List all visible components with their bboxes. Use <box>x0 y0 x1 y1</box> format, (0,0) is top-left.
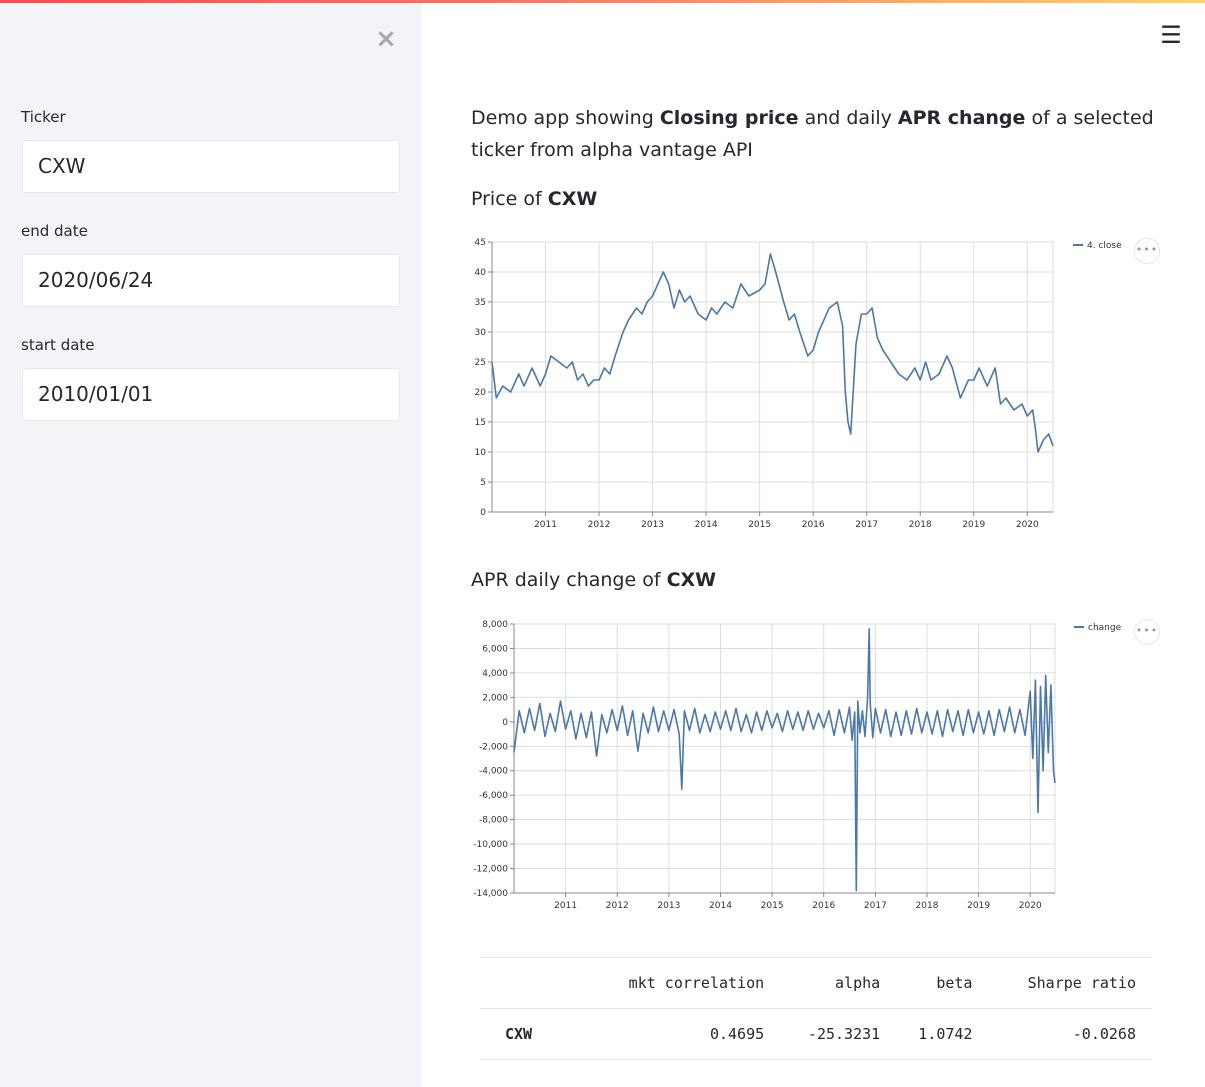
plot-frame <box>513 623 1056 894</box>
x-tick-label: 2015 <box>748 520 771 530</box>
y-tick-label: 25 <box>475 358 486 368</box>
x-tick-label: 2011 <box>554 901 577 911</box>
change-section-title: APR daily change of CXW <box>471 569 716 591</box>
close-sidebar-icon[interactable]: × <box>372 25 400 53</box>
y-tick-label: 5 <box>480 478 486 488</box>
intro-part-2: and daily <box>798 107 898 129</box>
stats-table: mkt correlation alpha beta Sharpe ratio … <box>480 957 1152 1060</box>
sidebar: × Ticker CXW end date 2020/06/24 start d… <box>0 3 421 1087</box>
intro-bold-closing-price: Closing price <box>659 107 799 129</box>
stats-header-row: mkt correlation alpha beta Sharpe ratio <box>480 957 1152 1009</box>
chart-legend: 4. close <box>1073 241 1122 251</box>
intro-text: Demo app showing Closing price and daily… <box>471 102 1161 166</box>
y-tick-label: 40 <box>475 268 487 278</box>
stats-header-alpha: alpha <box>780 957 897 1009</box>
y-tick-label: 10 <box>475 448 487 458</box>
y-tick-label: -8,000 <box>479 816 508 826</box>
x-tick-label: 2018 <box>909 520 932 530</box>
x-tick-label: 2018 <box>916 901 939 911</box>
x-tick-label: 2014 <box>709 901 732 911</box>
x-tick-label: 2013 <box>657 901 680 911</box>
y-tick-label: 35 <box>475 298 486 308</box>
price-title-prefix: Price of <box>471 188 548 210</box>
x-tick-label: 2019 <box>962 520 985 530</box>
stats-cell-alpha: -25.3231 <box>780 1008 897 1060</box>
y-tick-label: 15 <box>475 418 486 428</box>
y-tick-label: 4,000 <box>482 669 508 679</box>
change-title-prefix: APR daily change of <box>471 569 667 591</box>
y-tick-label: -4,000 <box>479 767 508 777</box>
x-tick-label: 2015 <box>761 901 784 911</box>
x-tick-label: 2012 <box>588 520 611 530</box>
x-tick-label: 2019 <box>967 901 990 911</box>
x-tick-label: 2016 <box>802 520 825 530</box>
x-tick-label: 2020 <box>1019 901 1042 911</box>
y-tick-label: -12,000 <box>473 865 508 875</box>
y-tick-label: 45 <box>475 238 486 248</box>
x-tick-label: 2020 <box>1016 520 1039 530</box>
start-date-label: start date <box>21 336 95 354</box>
stats-cell-ticker: CXW <box>480 1008 581 1060</box>
x-axis: 2011 2012 2013 2014 2015 2016 2017 2018 2019 2020 <box>534 512 1039 530</box>
change-title-ticker: CXW <box>666 569 717 591</box>
x-tick-label: 2017 <box>864 901 887 911</box>
x-tick-label: 2017 <box>855 520 878 530</box>
stats-header-beta: beta <box>896 957 989 1009</box>
hamburger-menu-icon[interactable]: ☰ <box>1158 22 1184 48</box>
stats-cell-mkt-correlation: 0.4695 <box>581 1008 781 1060</box>
x-tick-label: 2014 <box>695 520 718 530</box>
y-tick-label: 8,000 <box>482 620 508 630</box>
legend-label: 4. close <box>1087 241 1122 251</box>
series-line <box>513 628 1056 892</box>
change-chart-more-icon[interactable]: ••• <box>1134 619 1160 645</box>
y-tick-label: 6,000 <box>482 644 508 654</box>
y-axis: -14,000 -12,000 -10,000 -8,000 -6,000 -4,000 -… <box>473 620 514 899</box>
start-date-input[interactable]: 2010/01/01 <box>22 368 400 421</box>
y-tick-label: -2,000 <box>479 742 508 752</box>
price-chart[interactable]: 0510152025303540452011 2012 2013 2014 2015 20… <box>440 230 1160 540</box>
chart-legend: change <box>1074 623 1122 633</box>
stats-cell-sharpe: -0.0268 <box>988 1008 1152 1060</box>
stats-header-sharpe: Sharpe ratio <box>988 957 1152 1009</box>
x-tick-label: 2012 <box>606 901 629 911</box>
table-row: CXW 0.4695 -25.3231 1.0742 -0.0268 <box>480 1008 1152 1060</box>
ticker-input[interactable]: CXW <box>22 140 400 193</box>
intro-part-1: Demo app showing <box>471 107 660 129</box>
y-tick-label: 0 <box>480 508 486 518</box>
end-date-label: end date <box>21 222 88 240</box>
y-tick-label: -14,000 <box>473 889 508 899</box>
price-title-ticker: CXW <box>547 188 598 210</box>
x-tick-label: 2016 <box>812 901 835 911</box>
x-axis: 2011 2012 2013 2014 2015 2016 2017 2018 2019 2020 <box>554 893 1042 911</box>
y-tick-label: 30 <box>475 328 487 338</box>
y-tick-label: -6,000 <box>479 791 508 801</box>
y-tick-label: 2,000 <box>482 693 508 703</box>
price-section-title: Price of CXW <box>471 188 597 210</box>
y-axis: 0 5 10 15 20 25 30 35 40 45 <box>475 238 492 518</box>
end-date-input[interactable]: 2020/06/24 <box>22 254 400 307</box>
y-tick-label: -10,000 <box>473 840 508 850</box>
price-chart-more-icon[interactable]: ••• <box>1134 238 1160 264</box>
legend-label: change <box>1088 623 1122 633</box>
x-tick-label: 2013 <box>641 520 664 530</box>
change-chart[interactable]: -14,000 -12,000 -10,000 -8,000 -6,000 -4,000 -… <box>440 612 1160 922</box>
stats-header-blank <box>480 957 581 1009</box>
x-tick-label: 2011 <box>534 520 557 530</box>
ticker-label: Ticker <box>21 108 66 126</box>
intro-bold-apr-change: APR change <box>897 107 1026 129</box>
y-tick-label: 0 <box>502 718 508 728</box>
stats-header-mkt-correlation: mkt correlation <box>581 957 781 1009</box>
y-tick-label: 20 <box>475 388 487 398</box>
stats-cell-beta: 1.0742 <box>896 1008 989 1060</box>
